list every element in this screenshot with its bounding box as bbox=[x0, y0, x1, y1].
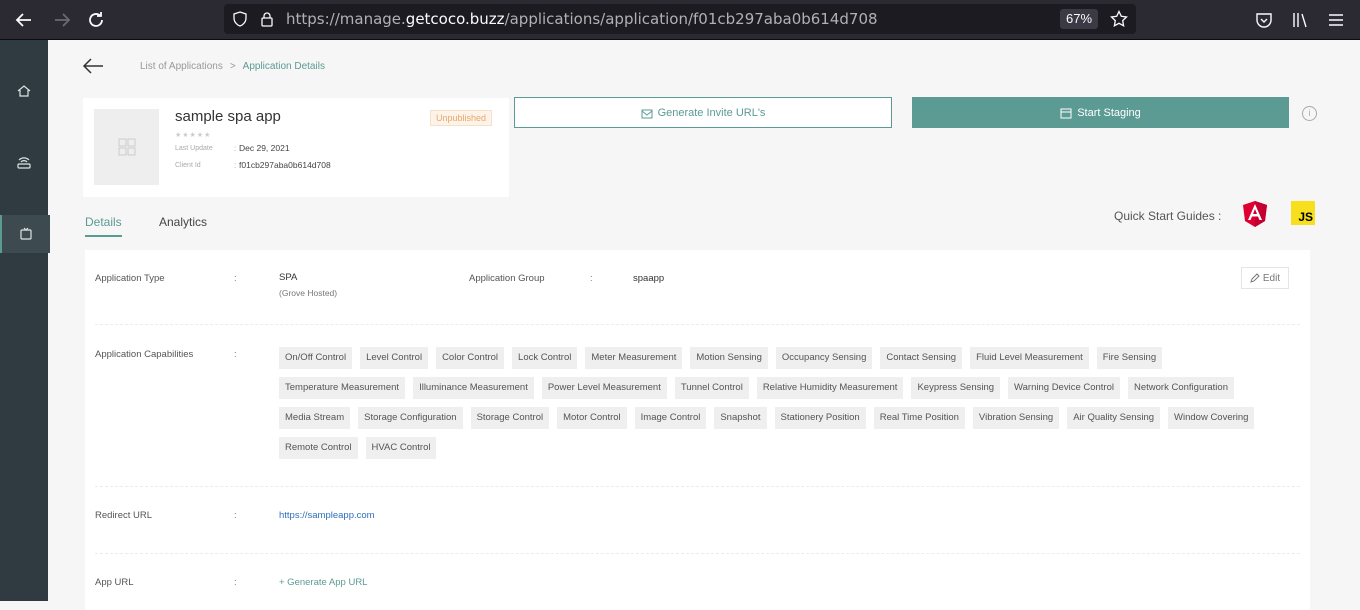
divider bbox=[95, 486, 1300, 487]
app-name: sample spa app bbox=[175, 108, 281, 125]
pocket-icon[interactable] bbox=[1255, 11, 1273, 29]
status-badge: Unpublished bbox=[430, 110, 493, 126]
capability-chip: Relative Humidity Measurement bbox=[756, 377, 904, 399]
last-update-label: Last Update bbox=[175, 145, 213, 152]
capability-chip: Fire Sensing bbox=[1096, 347, 1163, 369]
capability-chip: Media Stream bbox=[279, 407, 351, 429]
app-url-label: App URL bbox=[95, 577, 134, 588]
client-id-label: Client Id bbox=[175, 162, 201, 169]
application-type-label: Application Type bbox=[95, 273, 165, 284]
capability-chip: Remote Control bbox=[279, 437, 358, 459]
capability-chip: Power Level Measurement bbox=[541, 377, 667, 399]
application-icon bbox=[20, 227, 32, 240]
capability-chip: Window Covering bbox=[1168, 407, 1255, 429]
capability-chip: Level Control bbox=[360, 347, 429, 369]
redirect-url-link[interactable]: https://sampleapp.com bbox=[279, 510, 375, 521]
menu-icon[interactable] bbox=[1327, 11, 1345, 29]
capability-chip: Network Configuration bbox=[1128, 377, 1234, 399]
sidebar-item-applications[interactable] bbox=[0, 215, 50, 253]
client-id-value: f01cb297aba0b614d708 bbox=[239, 160, 331, 170]
application-type-value: SPA bbox=[279, 272, 298, 283]
capability-chip: Vibration Sensing bbox=[972, 407, 1060, 429]
application-type-sub: (Grove Hosted) bbox=[279, 288, 338, 298]
back-icon[interactable] bbox=[12, 8, 36, 32]
forward-icon[interactable] bbox=[50, 8, 74, 32]
capability-chip: Temperature Measurement bbox=[279, 377, 406, 399]
capability-chip: Image Control bbox=[634, 407, 707, 429]
app-thumbnail bbox=[94, 109, 159, 185]
details-panel: Application Type : SPA (Grove Hosted) Ap… bbox=[85, 250, 1310, 610]
rating-stars: ★★★★★ bbox=[175, 132, 212, 139]
calendar-icon bbox=[1060, 108, 1072, 118]
tab-analytics[interactable]: Analytics bbox=[159, 215, 207, 229]
sidebar-item-home[interactable] bbox=[0, 72, 48, 110]
capability-chip: Storage Configuration bbox=[358, 407, 463, 429]
info-icon[interactable]: i bbox=[1302, 106, 1317, 121]
capability-chip: Occupancy Sensing bbox=[775, 347, 873, 369]
start-staging-button[interactable]: Start Staging bbox=[912, 97, 1289, 128]
library-icon[interactable] bbox=[1291, 11, 1309, 29]
reload-icon[interactable] bbox=[84, 8, 108, 32]
capability-chip: Snapshot bbox=[714, 407, 767, 429]
zoom-level[interactable]: 67% bbox=[1060, 9, 1098, 29]
capability-chip: Lock Control bbox=[512, 347, 578, 369]
lock-icon[interactable] bbox=[260, 11, 274, 27]
divider bbox=[95, 553, 1300, 554]
breadcrumb: List of Applications > Application Details bbox=[140, 61, 325, 72]
sidebar bbox=[0, 40, 50, 601]
capability-chip: Fluid Level Measurement bbox=[970, 347, 1089, 369]
application-group-value: spaapp bbox=[633, 273, 665, 284]
url-text[interactable]: https://manage.getcoco.buzz/applications… bbox=[286, 4, 878, 34]
capability-chip: Tunnel Control bbox=[674, 377, 749, 399]
image-placeholder-icon bbox=[118, 138, 135, 156]
capability-chip: Meter Measurement bbox=[585, 347, 683, 369]
generate-invite-button[interactable]: Generate Invite URL's bbox=[514, 97, 892, 128]
application-group-label: Application Group bbox=[469, 273, 545, 284]
capability-chip: Motor Control bbox=[557, 407, 627, 429]
redirect-url-label: Redirect URL bbox=[95, 510, 153, 521]
app-summary-card: sample spa app ★★★★★ Last Update : Dec 2… bbox=[83, 98, 509, 197]
router-icon bbox=[17, 157, 31, 169]
javascript-icon[interactable]: JS bbox=[1291, 201, 1315, 225]
capability-chip: On/Off Control bbox=[279, 347, 353, 369]
address-bar[interactable]: https://manage.getcoco.buzz/applications… bbox=[224, 4, 1136, 34]
capability-chip: HVAC Control bbox=[365, 437, 437, 459]
breadcrumb-current: Application Details bbox=[242, 61, 325, 72]
divider bbox=[95, 324, 1300, 325]
capability-chip: Keypress Sensing bbox=[911, 377, 1001, 399]
pencil-icon bbox=[1250, 273, 1260, 283]
capabilities-list: On/Off Control Level Control Color Control… bbox=[279, 347, 1269, 459]
capability-chip: Warning Device Control bbox=[1008, 377, 1120, 399]
home-icon bbox=[17, 85, 31, 97]
angular-icon[interactable] bbox=[1243, 201, 1267, 227]
browser-toolbar: https://manage.getcoco.buzz/applications… bbox=[0, 0, 1360, 40]
capability-chip: Contact Sensing bbox=[880, 347, 963, 369]
capability-chip: Stationery Position bbox=[774, 407, 866, 429]
breadcrumb-parent[interactable]: List of Applications bbox=[140, 61, 223, 72]
quick-start-label: Quick Start Guides : bbox=[1114, 209, 1222, 223]
generate-app-url-link[interactable]: + Generate App URL bbox=[279, 577, 367, 588]
capability-chip: Illuminance Measurement bbox=[413, 377, 534, 399]
shield-icon[interactable] bbox=[232, 11, 248, 27]
capability-chip: Real Time Position bbox=[873, 407, 965, 429]
bookmark-star-icon[interactable] bbox=[1110, 10, 1128, 28]
capability-chip: Motion Sensing bbox=[690, 347, 768, 369]
capabilities-label: Application Capabilities bbox=[95, 349, 194, 360]
back-arrow-icon[interactable] bbox=[82, 56, 104, 76]
tab-details[interactable]: Details bbox=[85, 215, 122, 237]
last-update-value: Dec 29, 2021 bbox=[239, 143, 290, 153]
mail-icon bbox=[641, 109, 653, 118]
edit-button[interactable]: Edit bbox=[1241, 267, 1289, 289]
capability-chip: Color Control bbox=[436, 347, 505, 369]
capability-chip: Air Quality Sensing bbox=[1067, 407, 1161, 429]
capability-chip: Storage Control bbox=[470, 407, 550, 429]
sidebar-item-router[interactable] bbox=[0, 143, 48, 181]
